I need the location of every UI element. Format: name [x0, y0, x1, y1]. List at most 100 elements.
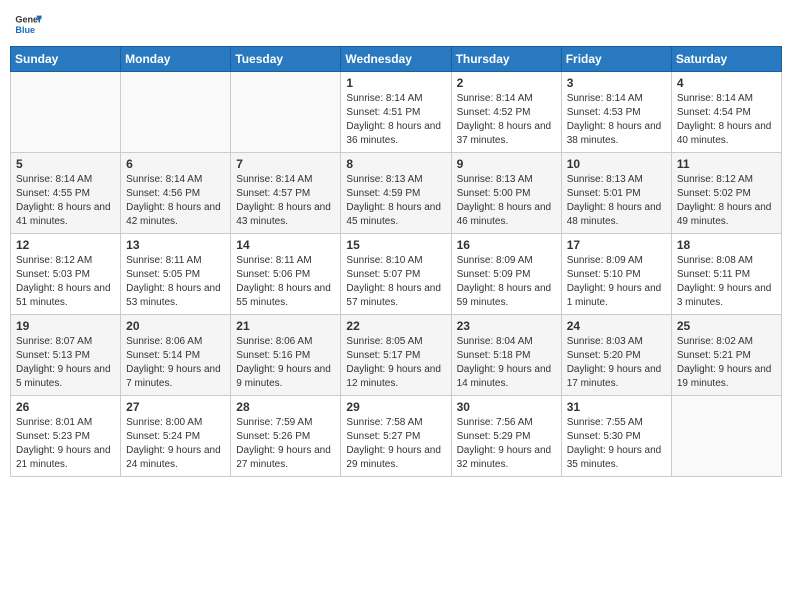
day-number: 19 — [16, 319, 115, 333]
day-number: 6 — [126, 157, 225, 171]
calendar-cell: 11Sunrise: 8:12 AM Sunset: 5:02 PM Dayli… — [671, 153, 781, 234]
day-number: 4 — [677, 76, 776, 90]
calendar-cell — [671, 396, 781, 477]
day-number: 27 — [126, 400, 225, 414]
day-info: Sunrise: 8:03 AM Sunset: 5:20 PM Dayligh… — [567, 335, 666, 391]
day-number: 10 — [567, 157, 666, 171]
day-info: Sunrise: 8:14 AM Sunset: 4:53 PM Dayligh… — [567, 92, 666, 148]
week-row-3: 12 Sunrise: 8:12 AM Sunset: 5:03 PM Dayli… — [11, 234, 782, 315]
day-number: 21 — [236, 319, 335, 333]
day-info: Sunrise: 8:13 AM Sunset: 5:01 PM Dayligh… — [567, 173, 666, 229]
calendar-cell: 8Sunrise: 8:13 AM Sunset: 4:59 PM Daylig… — [341, 153, 451, 234]
day-number: 15 — [346, 238, 445, 252]
day-number: 3 — [567, 76, 666, 90]
day-number: 16 — [457, 238, 556, 252]
week-row-5: 26 Sunrise: 8:01 AM Sunset: 5:23 PM Dayli… — [11, 396, 782, 477]
day-header-sunday: Sunday — [11, 47, 121, 72]
svg-text:Blue: Blue — [15, 25, 35, 35]
calendar-cell — [231, 72, 341, 153]
day-info: Sunrise: 8:13 AM Sunset: 5:00 PM Dayligh… — [457, 173, 556, 229]
day-header-saturday: Saturday — [671, 47, 781, 72]
day-number: 13 — [126, 238, 225, 252]
day-number: 30 — [457, 400, 556, 414]
calendar-cell: 17 Sunrise: 8:09 AM Sunset: 5:10 PM Dayli… — [561, 234, 671, 315]
day-info: Sunrise: 8:04 AM Sunset: 5:18 PM Dayligh… — [457, 335, 556, 391]
day-number: 26 — [16, 400, 115, 414]
day-header-wednesday: Wednesday — [341, 47, 451, 72]
day-header-thursday: Thursday — [451, 47, 561, 72]
calendar-cell: 15 Sunrise: 8:10 AM Sunset: 5:07 PM Dayli… — [341, 234, 451, 315]
calendar-cell: 13 Sunrise: 8:11 AM Sunset: 5:05 PM Dayli… — [121, 234, 231, 315]
day-number: 9 — [457, 157, 556, 171]
calendar-cell: 7Sunrise: 8:14 AM Sunset: 4:57 PM Daylig… — [231, 153, 341, 234]
day-number: 20 — [126, 319, 225, 333]
calendar-cell: 24 Sunrise: 8:03 AM Sunset: 5:20 PM Dayli… — [561, 315, 671, 396]
day-number: 18 — [677, 238, 776, 252]
week-row-1: 1Sunrise: 8:14 AM Sunset: 4:51 PM Daylig… — [11, 72, 782, 153]
day-number: 24 — [567, 319, 666, 333]
day-info: Sunrise: 8:06 AM Sunset: 5:16 PM Dayligh… — [236, 335, 335, 391]
calendar-cell: 28 Sunrise: 7:59 AM Sunset: 5:26 PM Dayli… — [231, 396, 341, 477]
day-info: Sunrise: 8:00 AM Sunset: 5:24 PM Dayligh… — [126, 416, 225, 472]
day-header-tuesday: Tuesday — [231, 47, 341, 72]
day-info: Sunrise: 8:14 AM Sunset: 4:54 PM Dayligh… — [677, 92, 776, 148]
day-info: Sunrise: 8:01 AM Sunset: 5:23 PM Dayligh… — [16, 416, 115, 472]
day-info: Sunrise: 7:55 AM Sunset: 5:30 PM Dayligh… — [567, 416, 666, 472]
day-info: Sunrise: 8:10 AM Sunset: 5:07 PM Dayligh… — [346, 254, 445, 310]
day-header-monday: Monday — [121, 47, 231, 72]
calendar-cell: 14Sunrise: 8:11 AM Sunset: 5:06 PM Dayli… — [231, 234, 341, 315]
day-info: Sunrise: 7:59 AM Sunset: 5:26 PM Dayligh… — [236, 416, 335, 472]
day-header-friday: Friday — [561, 47, 671, 72]
calendar-cell: 26 Sunrise: 8:01 AM Sunset: 5:23 PM Dayli… — [11, 396, 121, 477]
day-info: Sunrise: 8:05 AM Sunset: 5:17 PM Dayligh… — [346, 335, 445, 391]
day-info: Sunrise: 8:07 AM Sunset: 5:13 PM Dayligh… — [16, 335, 115, 391]
day-info: Sunrise: 8:09 AM Sunset: 5:10 PM Dayligh… — [567, 254, 666, 310]
day-info: Sunrise: 8:14 AM Sunset: 4:52 PM Dayligh… — [457, 92, 556, 148]
logo-icon: General Blue — [14, 10, 42, 38]
day-info: Sunrise: 8:13 AM Sunset: 4:59 PM Dayligh… — [346, 173, 445, 229]
calendar-cell: 19 Sunrise: 8:07 AM Sunset: 5:13 PM Dayli… — [11, 315, 121, 396]
calendar-cell — [121, 72, 231, 153]
calendar-cell: 6 Sunrise: 8:14 AM Sunset: 4:56 PM Daylig… — [121, 153, 231, 234]
calendar-cell: 23Sunrise: 8:04 AM Sunset: 5:18 PM Dayli… — [451, 315, 561, 396]
calendar-cell: 30Sunrise: 7:56 AM Sunset: 5:29 PM Dayli… — [451, 396, 561, 477]
day-number: 28 — [236, 400, 335, 414]
calendar-cell: 29 Sunrise: 7:58 AM Sunset: 5:27 PM Dayli… — [341, 396, 451, 477]
day-info: Sunrise: 8:14 AM Sunset: 4:56 PM Dayligh… — [126, 173, 225, 229]
calendar-cell: 3 Sunrise: 8:14 AM Sunset: 4:53 PM Daylig… — [561, 72, 671, 153]
day-info: Sunrise: 8:12 AM Sunset: 5:02 PM Dayligh… — [677, 173, 776, 229]
day-number: 2 — [457, 76, 556, 90]
day-number: 22 — [346, 319, 445, 333]
day-info: Sunrise: 7:58 AM Sunset: 5:27 PM Dayligh… — [346, 416, 445, 472]
calendar-cell: 27 Sunrise: 8:00 AM Sunset: 5:24 PM Dayli… — [121, 396, 231, 477]
day-number: 31 — [567, 400, 666, 414]
calendar-cell: 16Sunrise: 8:09 AM Sunset: 5:09 PM Dayli… — [451, 234, 561, 315]
day-info: Sunrise: 8:11 AM Sunset: 5:05 PM Dayligh… — [126, 254, 225, 310]
calendar-table: SundayMondayTuesdayWednesdayThursdayFrid… — [10, 46, 782, 477]
day-info: Sunrise: 8:12 AM Sunset: 5:03 PM Dayligh… — [16, 254, 115, 310]
calendar-cell: 2 Sunrise: 8:14 AM Sunset: 4:52 PM Daylig… — [451, 72, 561, 153]
day-number: 14 — [236, 238, 335, 252]
week-row-2: 5Sunrise: 8:14 AM Sunset: 4:55 PM Daylig… — [11, 153, 782, 234]
day-number: 1 — [346, 76, 445, 90]
calendar-cell: 4 Sunrise: 8:14 AM Sunset: 4:54 PM Daylig… — [671, 72, 781, 153]
logo: General Blue — [14, 10, 42, 38]
page-header: General Blue — [10, 10, 782, 38]
day-number: 5 — [16, 157, 115, 171]
days-header-row: SundayMondayTuesdayWednesdayThursdayFrid… — [11, 47, 782, 72]
calendar-cell: 22 Sunrise: 8:05 AM Sunset: 5:17 PM Dayli… — [341, 315, 451, 396]
calendar-cell: 12 Sunrise: 8:12 AM Sunset: 5:03 PM Dayli… — [11, 234, 121, 315]
calendar-cell: 9 Sunrise: 8:13 AM Sunset: 5:00 PM Daylig… — [451, 153, 561, 234]
day-number: 7 — [236, 157, 335, 171]
day-number: 12 — [16, 238, 115, 252]
calendar-cell: 1Sunrise: 8:14 AM Sunset: 4:51 PM Daylig… — [341, 72, 451, 153]
day-info: Sunrise: 8:02 AM Sunset: 5:21 PM Dayligh… — [677, 335, 776, 391]
calendar-cell: 18Sunrise: 8:08 AM Sunset: 5:11 PM Dayli… — [671, 234, 781, 315]
calendar-cell: 31 Sunrise: 7:55 AM Sunset: 5:30 PM Dayli… — [561, 396, 671, 477]
calendar-cell: 10 Sunrise: 8:13 AM Sunset: 5:01 PM Dayli… — [561, 153, 671, 234]
calendar-cell: 21 Sunrise: 8:06 AM Sunset: 5:16 PM Dayli… — [231, 315, 341, 396]
day-number: 17 — [567, 238, 666, 252]
day-number: 29 — [346, 400, 445, 414]
day-info: Sunrise: 8:06 AM Sunset: 5:14 PM Dayligh… — [126, 335, 225, 391]
calendar-cell: 5Sunrise: 8:14 AM Sunset: 4:55 PM Daylig… — [11, 153, 121, 234]
